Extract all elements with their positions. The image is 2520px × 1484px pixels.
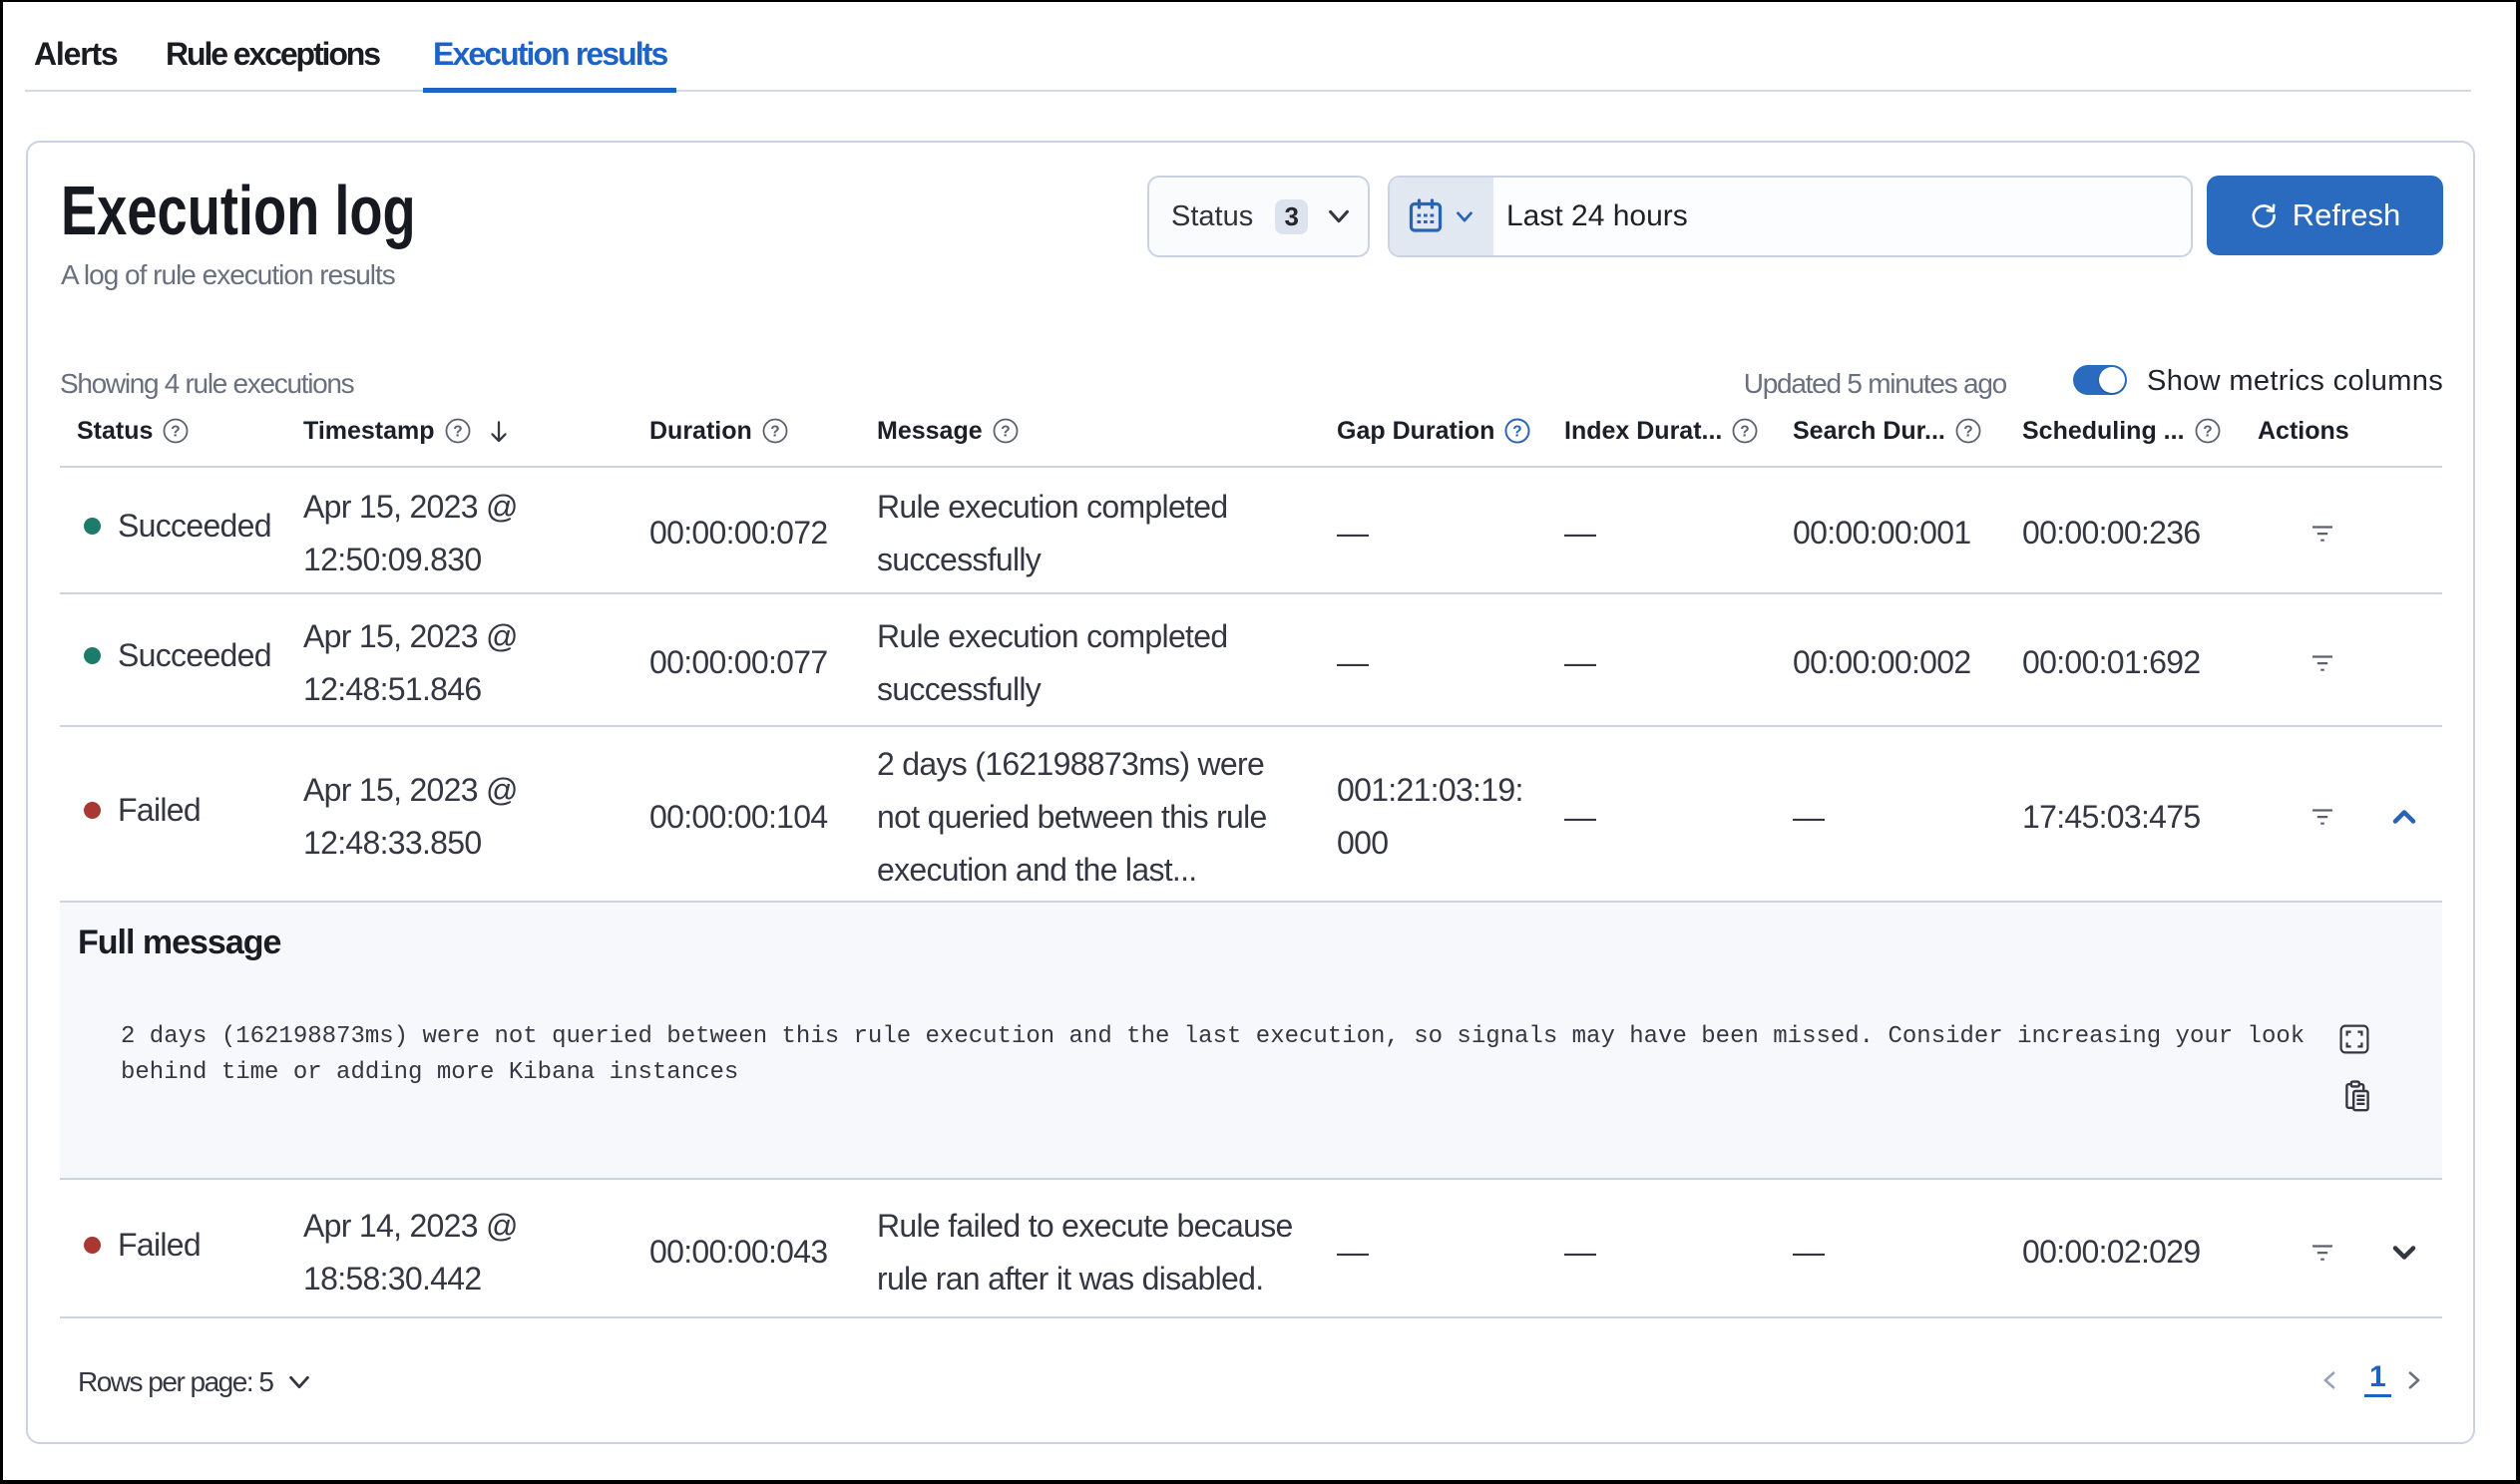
svg-text:?: ?: [1741, 424, 1750, 441]
svg-text:?: ?: [1513, 424, 1522, 441]
svg-text:?: ?: [1001, 424, 1010, 441]
svg-text:?: ?: [1963, 424, 1972, 441]
svg-text:?: ?: [172, 424, 181, 441]
svg-text:?: ?: [770, 424, 779, 441]
svg-text:?: ?: [453, 424, 462, 441]
svg-text:?: ?: [2203, 424, 2212, 441]
